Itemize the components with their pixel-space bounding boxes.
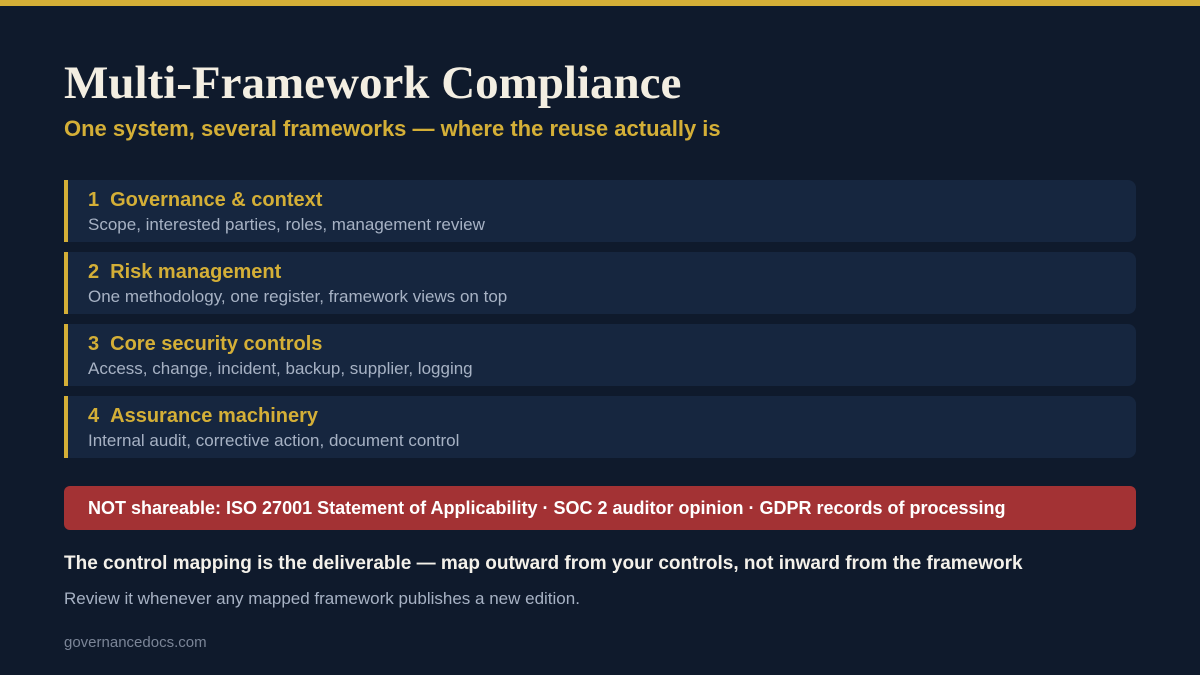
- review-note: Review it whenever any mapped framework …: [64, 589, 580, 608]
- reuse-item-title: 1 Governance & context: [88, 188, 322, 212]
- reuse-item-governance: 1 Governance & context Scope, interested …: [64, 180, 1136, 242]
- reuse-item-heading: Assurance machinery: [110, 405, 319, 427]
- reuse-item-heading: Core security controls: [110, 333, 323, 355]
- slide-subtitle: One system, several frameworks — where t…: [64, 116, 721, 141]
- reuse-item-title: 4 Assurance machinery: [88, 404, 318, 428]
- reuse-item-number: 2: [88, 261, 100, 283]
- reuse-item-heading: Governance & context: [110, 189, 323, 211]
- reuse-item-description: Access, change, incident, backup, suppli…: [88, 359, 473, 378]
- key-point: The control mapping is the deliverable —…: [64, 553, 1023, 574]
- reuse-item-heading: Risk management: [110, 261, 282, 283]
- reuse-item-number: 4: [88, 405, 100, 427]
- reuse-item-description: Scope, interested parties, roles, manage…: [88, 215, 485, 234]
- reuse-item-description: One methodology, one register, framework…: [88, 287, 508, 306]
- reuse-item-controls: 3 Core security controls Access, change, …: [64, 324, 1136, 386]
- reuse-list: 1 Governance & context Scope, interested …: [64, 180, 1136, 468]
- reuse-item-assurance: 4 Assurance machinery Internal audit, cor…: [64, 396, 1136, 458]
- reuse-item-title: 3 Core security controls: [88, 332, 322, 356]
- not-shareable-banner: NOT shareable: ISO 27001 Statement of Ap…: [64, 486, 1136, 530]
- footer-site: governancedocs.com: [64, 634, 207, 651]
- slide: Multi-Framework Compliance One system, s…: [0, 0, 1200, 675]
- reuse-item-description: Internal audit, corrective action, docum…: [88, 431, 460, 450]
- slide-title: Multi-Framework Compliance: [64, 57, 682, 109]
- reuse-item-number: 1: [88, 189, 100, 211]
- reuse-item-number: 3: [88, 333, 100, 355]
- top-accent-bar: [0, 0, 1200, 6]
- reuse-item-risk: 2 Risk management One methodology, one re…: [64, 252, 1136, 314]
- reuse-item-title: 2 Risk management: [88, 260, 281, 284]
